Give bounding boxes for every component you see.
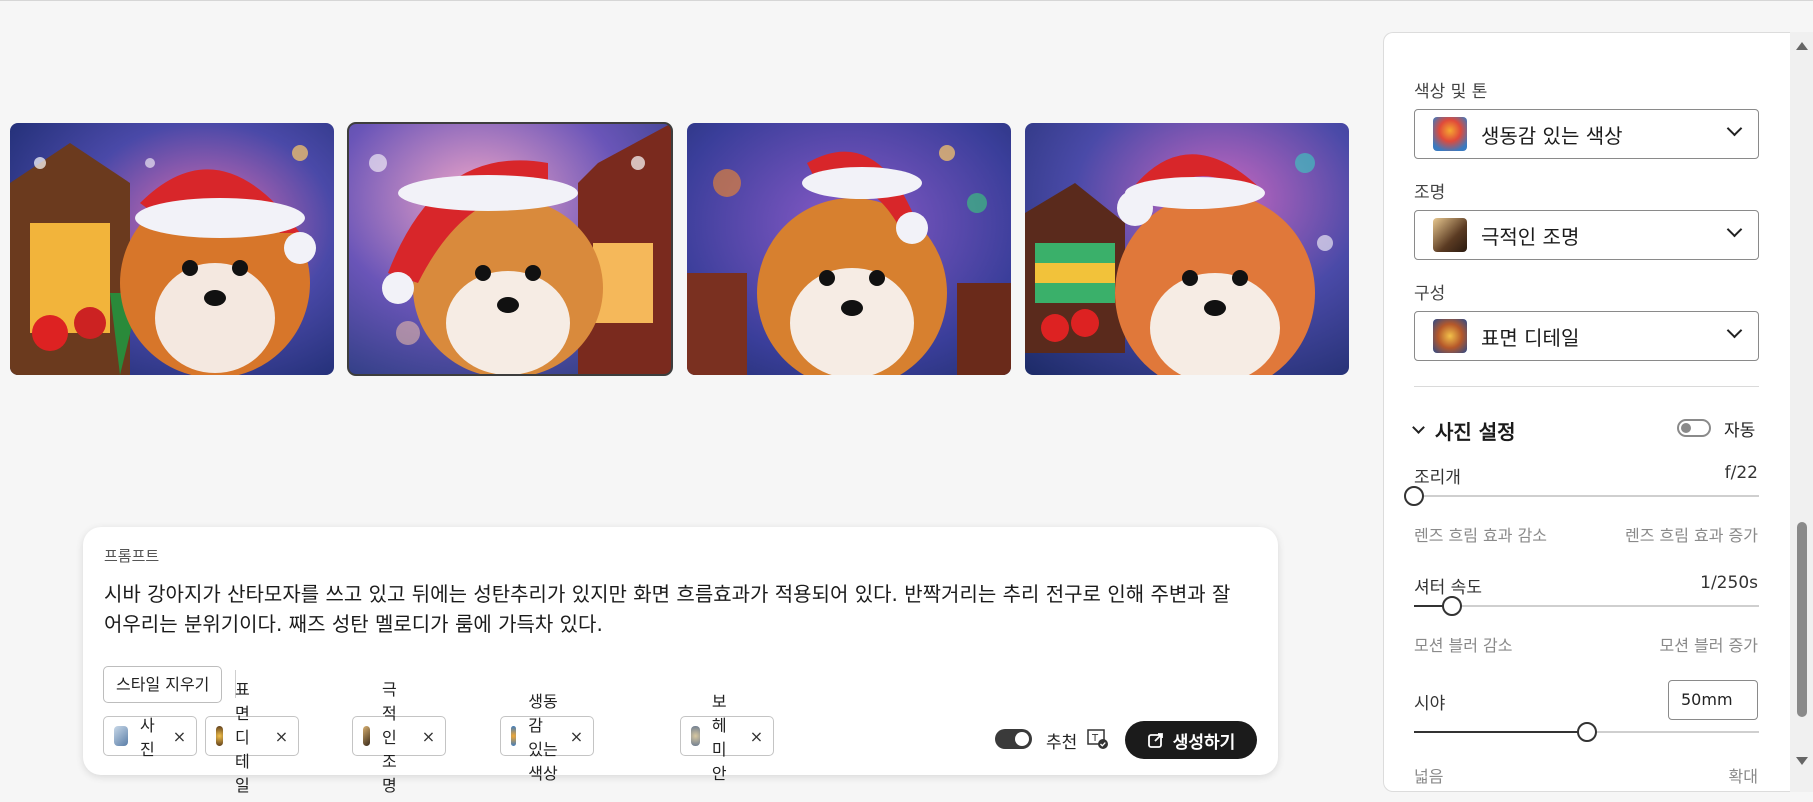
panel-scrollbar[interactable] xyxy=(1790,32,1813,792)
gallery-image-3[interactable] xyxy=(687,123,1011,375)
chip-label: 사진 xyxy=(140,716,155,759)
fov-label: 시야 xyxy=(1414,694,1446,714)
shiba-image-3 xyxy=(687,123,1011,375)
photo-settings-title: 사진 설정 xyxy=(1435,420,1516,444)
chevron-down-icon xyxy=(1726,120,1743,137)
prompt-label: 프롬프트 xyxy=(104,547,160,565)
fov-hint-min: 넓음 xyxy=(1414,767,1444,786)
settings-panel: 색상 및 톤 생동감 있는 색상 조명 극적인 조명 구성 표면 디테일 사진 … xyxy=(1383,32,1813,792)
composition-label: 구성 xyxy=(1414,284,1446,304)
close-icon[interactable]: × xyxy=(750,727,763,746)
shutter-label: 셔터 속도 xyxy=(1414,578,1482,598)
scroll-down-arrow-icon[interactable] xyxy=(1796,757,1808,765)
fov-hint-max: 확대 xyxy=(1728,767,1758,786)
divider xyxy=(1414,386,1759,387)
dramatic-lighting-icon xyxy=(1433,218,1467,252)
vivid-color-icon xyxy=(511,726,517,746)
gallery-image-4[interactable] xyxy=(1025,123,1349,375)
slider-handle[interactable] xyxy=(1404,486,1424,506)
chip-photo[interactable]: 사진 × xyxy=(103,716,198,759)
generate-button[interactable]: 생성하기 xyxy=(1125,721,1257,759)
auto-toggle[interactable] xyxy=(1677,419,1711,437)
chip-label: 표면 디테일 xyxy=(235,680,250,795)
lighting-label: 조명 xyxy=(1414,183,1446,203)
t-glyph: T xyxy=(1091,733,1099,744)
chevron-down-icon xyxy=(1726,221,1743,238)
lighting-select[interactable]: 극적인 조명 xyxy=(1414,210,1759,260)
aperture-hint-max: 렌즈 흐림 효과 증가 xyxy=(1624,526,1758,545)
surface-detail-icon xyxy=(216,726,224,746)
chip-label: 보헤미안 xyxy=(711,692,727,783)
chevron-down-icon xyxy=(1726,322,1743,339)
chip-label: 극적인 조명 xyxy=(382,680,397,795)
color-tone-select[interactable]: 생동감 있는 색상 xyxy=(1414,109,1759,159)
composition-select[interactable]: 표면 디테일 xyxy=(1414,311,1759,361)
auto-label: 자동 xyxy=(1724,421,1756,441)
aperture-slider[interactable] xyxy=(1404,486,1759,506)
color-tone-label: 색상 및 톤 xyxy=(1414,82,1488,102)
chip-surface-detail[interactable]: 표면 디테일 × xyxy=(205,680,300,795)
chip-bohemian[interactable]: 보헤미안 × xyxy=(680,692,775,783)
slider-handle[interactable] xyxy=(1576,722,1597,742)
shutter-value: 1/250s xyxy=(1700,573,1758,593)
chip-vivid-color[interactable]: 생동감 있는 색상 × xyxy=(500,692,595,783)
shutter-hint-min: 모션 블러 감소 xyxy=(1414,636,1513,655)
chip-label: 생동감 있는 색상 xyxy=(528,692,558,783)
fov-slider[interactable] xyxy=(1414,722,1759,742)
close-icon[interactable]: × xyxy=(422,727,435,746)
clear-style-button[interactable]: 스타일 지우기 xyxy=(103,666,223,703)
photo-settings-header[interactable]: 사진 설정 xyxy=(1412,416,1516,445)
aperture-hint-min: 렌즈 흐림 효과 감소 xyxy=(1414,526,1548,545)
surface-detail-icon xyxy=(1433,319,1467,353)
shiba-image-1 xyxy=(10,123,334,375)
prompt-card: 프롬프트 시바 강아지가 산타모자를 쓰고 있고 뒤에는 성탄추리가 있지만 화… xyxy=(83,527,1278,795)
slider-handle[interactable] xyxy=(1441,596,1462,616)
shiba-image-2 xyxy=(348,123,672,375)
aperture-label: 조리개 xyxy=(1414,468,1461,488)
scroll-up-arrow-icon[interactable] xyxy=(1796,42,1808,50)
shiba-image-4 xyxy=(1025,123,1349,375)
bohemian-icon xyxy=(691,726,700,746)
slider-fill xyxy=(1414,731,1587,733)
dramatic-lighting-icon xyxy=(363,726,371,746)
scroll-thumb[interactable] xyxy=(1797,522,1807,717)
text-settings-icon[interactable]: T xyxy=(1087,728,1109,750)
select-value: 생동감 있는 색상 xyxy=(1481,123,1623,148)
recommend-label: 추천 xyxy=(1046,733,1078,753)
gallery-image-2[interactable] xyxy=(347,122,673,376)
chip-dramatic-lighting[interactable]: 극적인 조명 × xyxy=(352,680,447,795)
shutter-hint-max: 모션 블러 증가 xyxy=(1659,636,1759,655)
close-icon[interactable]: × xyxy=(570,727,583,746)
vivid-color-icon xyxy=(1433,117,1467,151)
fov-input[interactable]: 50mm xyxy=(1668,680,1758,720)
photo-style-icon xyxy=(114,726,129,746)
top-divider xyxy=(0,0,1813,1)
aperture-value: f/22 xyxy=(1724,463,1758,483)
gallery-image-1[interactable] xyxy=(10,123,334,375)
close-icon[interactable]: × xyxy=(275,727,288,746)
generate-label: 생성하기 xyxy=(1172,732,1236,753)
close-icon[interactable]: × xyxy=(173,727,186,746)
select-value: 극적인 조명 xyxy=(1481,224,1580,249)
select-value: 표면 디테일 xyxy=(1481,325,1580,350)
recommend-toggle[interactable] xyxy=(995,729,1032,749)
shutter-slider[interactable] xyxy=(1414,596,1759,616)
generate-icon xyxy=(1147,733,1163,748)
chevron-down-icon xyxy=(1412,421,1425,434)
prompt-textarea[interactable]: 시바 강아지가 산타모자를 쓰고 있고 뒤에는 성탄추리가 있지만 화면 흐름효… xyxy=(104,579,1254,639)
